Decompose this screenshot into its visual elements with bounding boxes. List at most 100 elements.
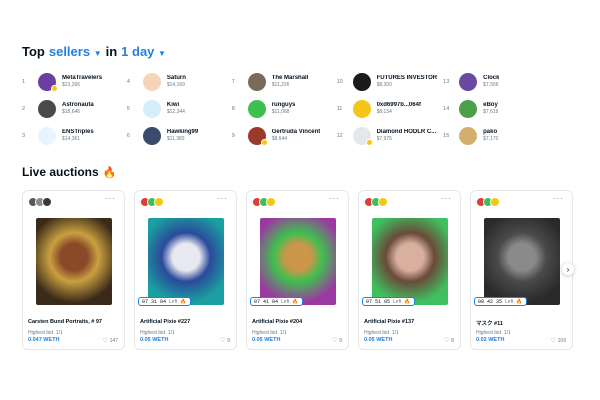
like-button[interactable]: ♡ 109: [550, 337, 566, 345]
avatar[interactable]: [352, 72, 371, 91]
nft-artwork[interactable]: [484, 218, 560, 305]
nft-artwork[interactable]: [372, 218, 448, 305]
seller-item[interactable]: 7 The Marshall $11,226: [232, 68, 331, 95]
avatar[interactable]: [38, 99, 56, 118]
seller-name[interactable]: FUTURES INVESTOR: [377, 75, 438, 83]
nft-title[interactable]: Artificial Pixie #227: [140, 319, 190, 325]
auction-card[interactable]: ··· 07 31 04 Left 🔥 Artificial Pixie #22…: [134, 190, 237, 350]
timer-left-label: Left: [281, 298, 290, 305]
seller-name[interactable]: Astronauta: [62, 102, 94, 110]
avatar[interactable]: [142, 72, 161, 91]
avatar[interactable]: [459, 72, 478, 91]
seller-item[interactable]: 1 MetaTravelers $23,266: [22, 68, 121, 95]
seller-volume: $7,556: [483, 82, 499, 89]
nft-title[interactable]: Artificial Pixie #204: [252, 319, 302, 325]
seller-name[interactable]: 0xd6997b...064f: [377, 102, 421, 110]
avatar[interactable]: [247, 99, 266, 118]
avatar[interactable]: [42, 197, 52, 207]
seller-name[interactable]: The Marshall: [272, 75, 309, 83]
avatar[interactable]: [459, 126, 478, 145]
sellers-dropdown[interactable]: sellers ▼: [49, 44, 102, 59]
auction-card[interactable]: ··· 08 42 35 Left 🔥 マスク #11 Highest bid …: [470, 190, 573, 350]
more-dots-icon[interactable]: ···: [441, 194, 452, 203]
title-prefix: Top: [22, 44, 45, 59]
auction-card[interactable]: ··· 07 41 04 Left 🔥 Artificial Pixie #20…: [246, 190, 349, 350]
more-dots-icon[interactable]: ···: [553, 194, 564, 203]
fire-icon: 🔥: [516, 298, 523, 305]
seller-item[interactable]: 4 Saturn $14,169: [127, 68, 226, 95]
avatar[interactable]: [459, 99, 478, 118]
seller-info: Hawking99 $11,383: [167, 129, 198, 143]
avatar[interactable]: [378, 197, 388, 207]
like-button[interactable]: ♡ 147: [102, 337, 118, 345]
auction-card[interactable]: ··· 07 51 05 Left 🔥 Artificial Pixie #13…: [358, 190, 461, 350]
seller-info: Kiwi $12,344: [167, 102, 185, 116]
seller-item[interactable]: 12 Diamond HODLR C... $7,975: [337, 122, 438, 149]
seller-name[interactable]: ENSTriples: [62, 129, 94, 137]
avatar[interactable]: [352, 126, 373, 146]
seller-info: Astronauta $18,646: [62, 102, 94, 116]
auction-card[interactable]: ··· Carsten Bund Portraits, # 97 Highest…: [22, 190, 125, 350]
avatar[interactable]: [490, 197, 500, 207]
seller-item[interactable]: 6 Hawking99 $11,383: [127, 122, 226, 149]
seller-name[interactable]: runguys: [272, 102, 296, 110]
nft-title[interactable]: Carsten Bund Portraits, # 97: [28, 319, 102, 325]
more-dots-icon[interactable]: ···: [105, 194, 116, 203]
avatar[interactable]: [247, 126, 268, 146]
seller-rank: 5: [126, 105, 130, 112]
seller-item[interactable]: 13 Clock $7,556: [443, 68, 542, 95]
seller-item[interactable]: 2 Astronauta $18,646: [22, 95, 121, 122]
seller-name[interactable]: Diamond HODLR C...: [377, 129, 437, 137]
avatar[interactable]: [38, 72, 58, 92]
seller-name[interactable]: eBoy: [483, 102, 498, 110]
avatar[interactable]: [247, 72, 266, 91]
avatar[interactable]: [266, 197, 276, 207]
carousel-next-button[interactable]: ›: [561, 262, 575, 276]
seller-volume: $11,383: [166, 136, 185, 143]
seller-name[interactable]: Kiwi: [167, 102, 185, 110]
auction-timer: 07 41 04 Left 🔥: [250, 297, 303, 306]
highest-bid-text: Highest bid: [476, 330, 502, 336]
like-button[interactable]: ♡ 9: [332, 337, 342, 345]
avatar[interactable]: [142, 99, 161, 118]
seller-name[interactable]: MetaTravelers: [62, 75, 102, 83]
seller-info: Saturn $14,169: [167, 75, 186, 89]
seller-name[interactable]: Hawking99: [167, 129, 198, 137]
seller-info: MetaTravelers $23,266: [62, 75, 102, 89]
edition-count: 1/1: [503, 330, 511, 336]
avatar[interactable]: [154, 197, 164, 207]
bid-price: 0.047 WETH: [28, 337, 60, 343]
seller-info: runguys $11,068: [272, 102, 296, 116]
more-dots-icon[interactable]: ···: [217, 194, 228, 203]
seller-name[interactable]: Clock: [483, 75, 499, 83]
seller-rank: 4: [126, 78, 130, 85]
seller-item[interactable]: 3 ENSTriples $14,361: [22, 122, 121, 149]
seller-item[interactable]: 9 Gertruda Vincent $8,644: [232, 122, 331, 149]
more-dots-icon[interactable]: ···: [329, 194, 340, 203]
seller-rank: 14: [443, 105, 450, 112]
like-button[interactable]: ♡ 8: [444, 337, 454, 345]
fire-icon: 🔥: [102, 166, 117, 179]
like-button[interactable]: ♡ 9: [220, 337, 230, 345]
nft-artwork[interactable]: [260, 218, 336, 305]
seller-item[interactable]: 10 FUTURES INVESTOR $8,300: [337, 68, 438, 95]
nft-title[interactable]: マスク #11: [476, 319, 503, 327]
seller-item[interactable]: 14 eBoy $7,619: [443, 95, 542, 122]
seller-item[interactable]: 15 pako $7,170: [443, 122, 542, 149]
seller-item[interactable]: 8 runguys $11,068: [232, 95, 331, 122]
nft-artwork[interactable]: [148, 218, 224, 305]
seller-volume: $14,169: [166, 82, 185, 89]
seller-name[interactable]: Gertruda Vincent: [272, 129, 321, 137]
avatar[interactable]: [38, 126, 56, 145]
avatar[interactable]: [352, 99, 371, 118]
seller-name[interactable]: pako: [483, 129, 498, 137]
heart-icon: ♡: [550, 338, 556, 344]
seller-item[interactable]: 5 Kiwi $12,344: [127, 95, 226, 122]
seller-name[interactable]: Saturn: [167, 75, 186, 83]
bid-price: 0.05 WETH: [252, 337, 281, 343]
avatar[interactable]: [142, 126, 161, 145]
nft-title[interactable]: Artificial Pixie #137: [364, 319, 414, 325]
nft-artwork[interactable]: [36, 218, 112, 305]
seller-item[interactable]: 11 0xd6997b...064f $8,134: [337, 95, 438, 122]
period-dropdown[interactable]: 1 day ▼: [121, 44, 166, 59]
